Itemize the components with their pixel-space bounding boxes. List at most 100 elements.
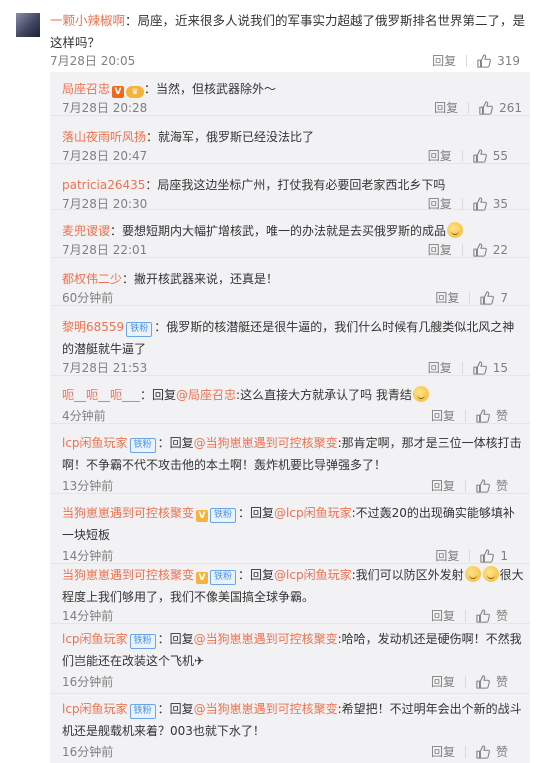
fan-badge: 铁粉 — [129, 634, 156, 649]
reply-username[interactable]: 呃__呃__呃___ — [62, 388, 140, 402]
mention-link[interactable]: @当狗崽崽遇到可控核聚变 — [194, 702, 338, 716]
reply-username[interactable]: 当狗崽崽遇到可控核聚变 — [62, 568, 194, 582]
action-divider — [464, 675, 466, 688]
like-button[interactable]: 1 — [480, 549, 508, 563]
like-count: 赞 — [495, 479, 508, 493]
reply-time: 14分钟前 — [62, 609, 114, 623]
reply-text: 呃__呃__呃___：回复@局座召忠:这么直接大方就承认了吗 我青结 — [62, 384, 524, 406]
reply-time: 13分钟前 — [62, 479, 114, 493]
thumbs-up-icon — [480, 548, 495, 563]
reply-button[interactable]: 回复 — [431, 743, 455, 760]
reply-button[interactable]: 回复 — [431, 607, 455, 624]
thumbs-up-icon — [473, 242, 487, 257]
like-count: 261 — [499, 100, 522, 115]
reply-username[interactable]: 都权伟二少 — [62, 272, 122, 286]
reply-body: ：局座我这边坐标广州，打仗我有必要回老家西北乡下吗 — [145, 178, 446, 192]
reply-username[interactable]: 黎明68559 — [62, 320, 124, 334]
reply-button[interactable]: 回复 — [431, 477, 455, 494]
thumbs-up-icon — [476, 608, 490, 623]
like-button[interactable]: 7 — [480, 291, 508, 305]
reply-actions: 回复 261 — [434, 99, 522, 116]
avatar[interactable] — [16, 13, 40, 37]
reply-prefix: ：回复 — [140, 388, 177, 402]
like-button[interactable]: 15 — [473, 361, 508, 375]
like-count: 赞 — [495, 675, 508, 689]
reply-item: 落山夜雨听风扬：就海军，俄罗斯已经没法比了 7月28日 20:47 回复 55 — [50, 116, 530, 164]
reply-button[interactable]: 回复 — [435, 289, 459, 306]
like-button[interactable]: 22 — [473, 243, 508, 257]
reply-button[interactable]: 回复 — [428, 241, 452, 258]
thumbs-up-icon — [473, 360, 487, 375]
reply-button[interactable]: 回复 — [435, 547, 459, 564]
reply-username[interactable]: 落山夜雨听风扬 — [62, 130, 146, 144]
mention-link[interactable]: @lcp闲鱼玩家 — [274, 506, 352, 520]
reply-time: 7月28日 21:53 — [62, 361, 148, 375]
like-button[interactable]: 319 — [477, 54, 520, 68]
reply-text: patricia26435：局座我这边坐标广州，打仗我有必要回老家西北乡下吗 — [62, 174, 524, 196]
reply-item: 呃__呃__呃___：回复@局座召忠:这么直接大方就承认了吗 我青结 4分钟前 … — [50, 376, 530, 424]
action-divider — [461, 243, 463, 256]
reply-username[interactable]: 麦兜谡谡 — [62, 224, 110, 238]
mention-link[interactable]: @当狗崽崽遇到可控核聚变 — [194, 436, 338, 450]
thumbs-up-icon — [476, 744, 490, 759]
reply-username[interactable]: 局座召忠 — [62, 82, 110, 96]
reply-actions: 回复 7 — [435, 289, 508, 306]
action-divider — [464, 745, 466, 758]
reply-body: ：要想短期内大幅扩增核武，唯一的办法就是去买俄罗斯的成品 — [110, 224, 447, 238]
reply-actions: 回复 22 — [428, 241, 508, 258]
like-button[interactable]: 赞 — [476, 407, 508, 424]
smile-emoji-icon — [412, 386, 429, 402]
reply-button[interactable]: 回复 — [428, 147, 452, 164]
reply-username[interactable]: lcp闲鱼玩家 — [62, 436, 128, 450]
like-button[interactable]: 赞 — [476, 477, 508, 494]
reply-text: 当狗崽崽遇到可控核聚变 V 铁粉 ：回复@lcp闲鱼玩家:我们可以防区外发射 很大程度上… — [62, 564, 524, 608]
fan-badge: 铁粉 — [129, 438, 156, 453]
verified-badge-icon: V — [196, 572, 209, 584]
main-comment-actions: 回复 319 — [432, 52, 520, 69]
main-comment-username[interactable]: 一颗小辣椒啊 — [50, 13, 125, 28]
fan-badge: 铁粉 — [210, 508, 237, 523]
reply-prefix: ：回复 — [157, 436, 194, 450]
like-count: 1 — [500, 548, 508, 563]
action-divider — [461, 361, 463, 374]
action-divider — [469, 291, 471, 304]
main-comment: 一颗小辣椒啊：局座，近来很多人说我们的军事实力超越了俄罗斯排名世界第二了，是这样… — [0, 0, 538, 72]
like-button[interactable]: 赞 — [476, 743, 508, 760]
reply-body: ：就海军，俄罗斯已经没法比了 — [146, 130, 315, 144]
like-count: 赞 — [495, 609, 508, 623]
mention-link[interactable]: @局座召忠 — [176, 388, 236, 402]
reply-username[interactable]: 当狗崽崽遇到可控核聚变 — [62, 506, 194, 520]
like-count: 22 — [492, 242, 508, 257]
thumbs-up-icon — [479, 100, 493, 115]
like-count: 赞 — [495, 745, 508, 759]
reply-actions: 回复 赞 — [431, 407, 508, 424]
like-count: 55 — [492, 148, 508, 163]
reply-username[interactable]: lcp闲鱼玩家 — [62, 632, 128, 646]
like-button[interactable]: 261 — [479, 101, 522, 115]
reply-body: ：当然，但核武器除外～ — [144, 82, 277, 96]
reply-button[interactable]: 回复 — [431, 673, 455, 690]
like-button[interactable]: 赞 — [476, 607, 508, 624]
reply-text: lcp闲鱼玩家 铁粉 ：回复@当狗崽崽遇到可控核聚变:那肯定啊，那才是三位一体核打击… — [62, 432, 524, 476]
like-button[interactable]: 55 — [473, 149, 508, 163]
reply-text: 局座召忠 V ♛ ：当然，但核武器除外～ — [62, 78, 524, 100]
like-button[interactable]: 赞 — [476, 673, 508, 690]
reply-username[interactable]: patricia26435 — [62, 178, 145, 192]
reply-actions: 回复 55 — [428, 147, 508, 164]
thumbs-up-icon — [476, 674, 490, 689]
reply-button[interactable]: 回复 — [434, 99, 458, 116]
verified-badge-icon: V — [112, 86, 125, 98]
reply-time: 7月28日 22:01 — [62, 243, 148, 257]
reply-button[interactable]: 回复 — [428, 359, 452, 376]
smile-emoji-icon — [482, 566, 499, 582]
reply-username[interactable]: lcp闲鱼玩家 — [62, 702, 128, 716]
reply-item: 局座召忠 V ♛ ：当然，但核武器除外～ 7月28日 20:28 回复 261 — [50, 72, 530, 116]
like-button[interactable]: 35 — [473, 197, 508, 211]
reply-item: 麦兜谡谡：要想短期内大幅扩增核武，唯一的办法就是去买俄罗斯的成品 7月28日 2… — [50, 210, 530, 258]
mention-link[interactable]: @当狗崽崽遇到可控核聚变 — [194, 632, 338, 646]
mention-link[interactable]: @lcp闲鱼玩家 — [274, 568, 352, 582]
action-divider — [466, 54, 468, 67]
reply-button[interactable]: 回复 — [432, 52, 456, 69]
reply-time: 7月28日 20:47 — [62, 149, 148, 163]
reply-button[interactable]: 回复 — [431, 407, 455, 424]
